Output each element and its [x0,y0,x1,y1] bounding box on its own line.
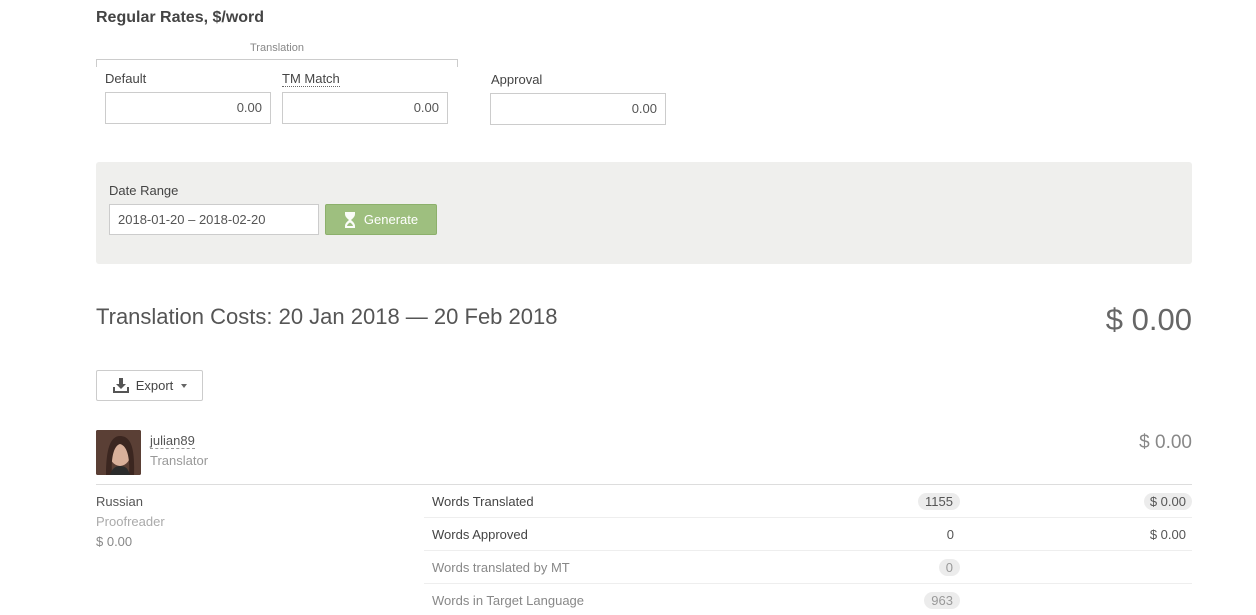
costs-title: Translation Costs: 20 Jan 2018 — 20 Feb … [96,304,558,329]
stat-row-words-translated: Words Translated 1155 $ 0.00 [424,485,1192,518]
tm-match-rate-label: TM Match [282,71,340,87]
default-rate-label: Default [105,71,147,86]
generate-button[interactable]: Generate [325,204,437,235]
user-name-link[interactable]: julian89 [150,433,195,449]
export-button-label: Export [135,378,174,393]
export-button[interactable]: Export [96,370,203,401]
translation-group-bracket [96,59,458,67]
stat-count-badge: 1155 [918,493,960,510]
caret-down-icon [181,383,188,388]
stat-label: Words Translated [432,494,534,509]
approval-rate-input[interactable]: 0.00 [490,93,666,125]
user-role: Translator [150,453,209,468]
approval-rate-label: Approval [491,72,543,87]
stat-row-words-approved: Words Approved 0 $ 0.00 [424,518,1192,551]
avatar [96,430,141,475]
language-role: Proofreader [96,514,165,529]
stat-row-words-target: Words in Target Language 963 [424,584,1192,615]
hourglass-icon [344,211,355,228]
stat-label: Words translated by MT [432,560,570,575]
stat-count-badge: 963 [924,592,960,609]
stat-label: Words in Target Language [432,593,585,608]
stat-label: Words Approved [432,527,528,542]
stat-cost: $ 0.00 [1149,527,1186,542]
default-rate-input[interactable]: 0.00 [105,92,271,124]
generate-button-label: Generate [363,212,419,227]
tm-match-rate-input[interactable]: 0.00 [282,92,448,124]
date-range-label: Date Range [109,183,179,198]
download-tray-icon [112,377,129,393]
user-total: $ 0.00 [1139,432,1192,453]
costs-total: $ 0.00 [1105,302,1192,337]
language-cost: $ 0.00 [96,534,133,549]
translation-group-caption: Translation [249,42,304,54]
date-range-input[interactable]: 2018-01-20 – 2018-02-20 [109,204,319,235]
stat-cost-badge: $ 0.00 [1143,493,1192,510]
language-name: Russian [96,494,143,509]
stat-row-words-mt: Words translated by MT 0 [424,551,1192,584]
stat-count-badge: 0 [938,559,960,576]
stat-count: 0 [946,527,954,542]
rates-title: Regular Rates, $/word [96,9,265,26]
